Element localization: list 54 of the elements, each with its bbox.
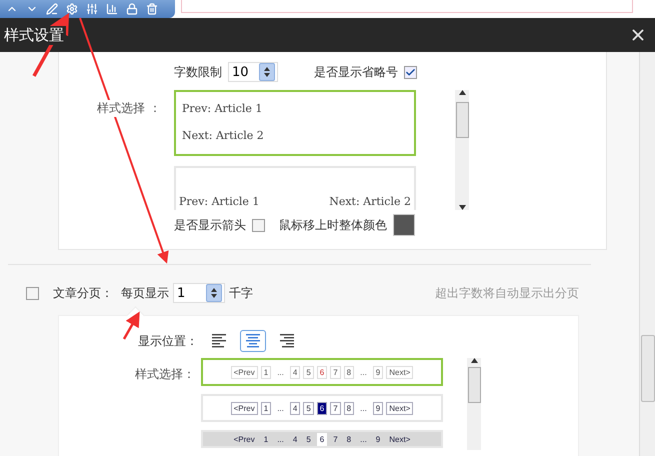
page-link: Next> bbox=[388, 434, 412, 446]
unit-label: 千字 bbox=[229, 284, 253, 302]
page-link: 8 bbox=[344, 402, 354, 414]
page-link: 5 bbox=[303, 366, 314, 378]
number-spinner[interactable]: 10 bbox=[228, 62, 278, 82]
prev-link: Prev: Article 1 bbox=[182, 102, 262, 115]
page-link: ... bbox=[276, 402, 285, 414]
page-link: ... bbox=[276, 366, 285, 378]
per-page-label: 每页显示 bbox=[121, 284, 169, 302]
page-link: 7 bbox=[330, 402, 341, 414]
page-link: 4 bbox=[292, 434, 298, 446]
next-link: Next: Article 2 bbox=[182, 129, 264, 142]
page-link: <Prev bbox=[230, 366, 258, 378]
page-link: 8 bbox=[344, 366, 354, 378]
next-link: Next: Article 2 bbox=[329, 195, 411, 208]
arrow-label: 是否显示箭头 bbox=[174, 216, 246, 234]
position-label: 显示位置： bbox=[138, 332, 198, 350]
pager-style-option[interactable]: <Prev 1 ... 4 5 6 7 8 ... 9 Next> bbox=[201, 394, 443, 422]
page-link: 5 bbox=[303, 402, 314, 414]
pager-style-option[interactable]: <Prev 1 ... 4 5 6 7 8 ... 9 Next> bbox=[201, 358, 443, 386]
page-link: 4 bbox=[290, 402, 300, 414]
page-link: <Prev bbox=[230, 402, 258, 414]
page-link: 9 bbox=[372, 366, 384, 378]
page-link: Next> bbox=[386, 366, 414, 378]
page-link: 9 bbox=[374, 434, 382, 446]
number-spinner[interactable]: 1 bbox=[173, 283, 225, 303]
style-option[interactable]: Prev: Article 1 Next: Article 2 bbox=[174, 166, 416, 210]
char-limit-label: 字数限制 bbox=[174, 64, 222, 80]
hover-color-label: 鼠标移上时整体颜色 bbox=[279, 216, 387, 234]
page-link: 7 bbox=[332, 434, 339, 446]
page-link: 6 bbox=[316, 402, 328, 414]
page-link: 4 bbox=[290, 366, 300, 378]
page-link: 1 bbox=[260, 402, 272, 414]
ellipsis-label: 是否显示省略号 bbox=[314, 64, 398, 80]
dialog-title: 样式设置 bbox=[4, 26, 66, 44]
page-link: 1 bbox=[262, 434, 270, 446]
page-link: <Prev bbox=[232, 434, 256, 446]
pager-style-option[interactable]: <Prev 1 ... 4 5 6 7 8 ... 9 Next> bbox=[201, 430, 443, 448]
page-link: 6 bbox=[316, 366, 328, 378]
pagination-label: 文章分页： bbox=[53, 284, 113, 302]
page-link: 6 bbox=[316, 432, 328, 446]
style-option[interactable]: Prev: Article 1 Next: Article 2 bbox=[174, 90, 416, 156]
page-link: 9 bbox=[372, 402, 384, 414]
pagination-hint: 超出字数将自动显示出分页 bbox=[435, 284, 579, 302]
page-link: ... bbox=[359, 434, 368, 446]
page-link: 8 bbox=[346, 434, 352, 446]
page-link: 5 bbox=[305, 434, 312, 446]
page-link: ... bbox=[276, 434, 285, 446]
prev-link: Prev: Article 1 bbox=[179, 195, 260, 208]
page-link: Next> bbox=[386, 402, 414, 414]
page-link: ... bbox=[359, 366, 368, 378]
page-link: 7 bbox=[330, 366, 341, 378]
page-link: ... bbox=[359, 402, 368, 414]
page-link: 1 bbox=[260, 366, 272, 378]
